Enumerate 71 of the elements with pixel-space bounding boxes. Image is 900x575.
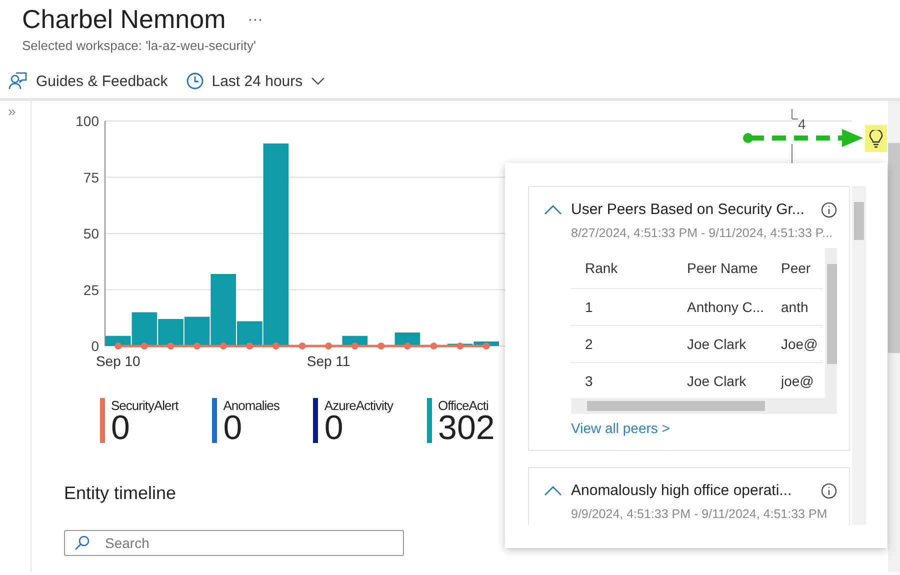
table-cell-text: Joe Clark [686,336,748,352]
line-point [325,342,332,350]
line-point [272,342,280,350]
info-icon [821,202,837,218]
section-heading: Entity timeline [64,483,176,504]
table-cell-text: Joe@ [780,336,819,352]
table-horizontal-scrollbar[interactable] [571,398,837,414]
column-header: Peer Name [686,260,759,276]
insights-button[interactable] [865,125,887,152]
y-axis-label: 25 [83,282,99,298]
table-cell-text: Anthony C... [686,299,766,315]
column-header: Rank [584,260,619,276]
page-title: Charbel Nemnom [22,4,226,35]
info-icon [821,482,837,498]
column-header: Peer [780,260,812,276]
y-axis-label: 50 [83,226,99,242]
clock-icon [186,72,204,90]
table-cell-text: 1 [584,299,594,315]
legend-name: Anomalies [223,398,280,413]
line-point [430,342,438,350]
x-axis-label: Sep 10 [96,353,140,369]
table-cell-text: joe@ [780,373,815,389]
card-title: Anomalously high office operati... [571,482,793,499]
date-range: 8/27/2024, 4:51:33 PM - 9/11/2024, 4:51:33 P... [571,226,833,240]
legend-count: 302 [438,413,495,443]
line-point [114,342,122,350]
guides-button[interactable]: Guides & Feedback [8,69,168,93]
bar [158,319,184,346]
table-cell-text: Joe Clark [686,373,748,389]
page-scrollbar[interactable] [888,101,900,572]
line-point [298,342,306,350]
search-field[interactable]: Search [64,530,404,556]
lightbulb-icon [869,130,883,148]
expand-button[interactable]: » [0,101,24,121]
legend-count: 0 [324,413,344,443]
line-point [167,342,174,350]
legend-name: OfficeActi [438,398,490,413]
chevron-down-icon [310,76,325,86]
more-button[interactable]: ··· [248,11,263,28]
line-point [220,342,227,350]
y-axis-label: 75 [83,169,99,186]
marker-label: 4 [798,116,806,132]
line-point [194,342,201,350]
y-axis-label: 100 [76,113,99,129]
table-cell-text: 3 [584,373,594,389]
y-axis-label: 0 [91,338,99,354]
workspace-subtitle: Selected workspace: 'la-az-weu-security' [22,38,257,53]
line-point [140,342,148,350]
line-point [404,342,411,350]
time-range-button[interactable]: Last 24 hours [186,69,325,93]
time-marker [792,109,798,164]
person-feedback-icon [8,71,28,91]
card-title: User Peers Based on Security Gr... [571,201,806,218]
line-point [246,342,254,350]
panel-scrollbar[interactable] [852,186,866,525]
date-range: 9/9/2024, 4:51:33 PM - 9/11/2024, 4:51:33 PM [571,507,828,521]
view-all-link[interactable]: View all peers > [571,420,670,436]
table-cell-text: 2 [584,336,594,352]
table-cell-text: anth [780,299,810,315]
legend-name: AzureActivity [324,398,394,413]
line-point [351,342,358,350]
line-point [378,342,385,350]
legend-count: 0 [111,413,130,443]
legend-count: 0 [223,413,242,443]
line-point [482,342,490,350]
legend-name: SecurityAlert [111,398,178,413]
collapse-button[interactable] [543,204,563,216]
x-axis-label: Sep 11 [306,353,350,369]
collapse-button[interactable] [543,484,563,496]
search-icon [74,535,90,551]
table-scrollbar[interactable] [825,248,837,398]
